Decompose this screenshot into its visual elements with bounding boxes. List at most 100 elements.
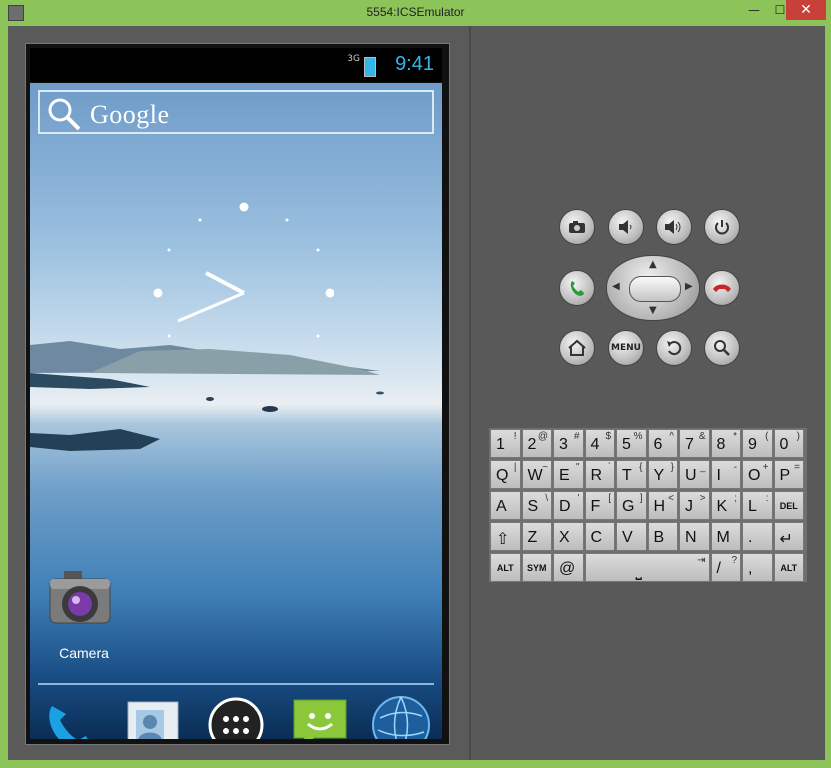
google-search-bar[interactable]: Google bbox=[38, 90, 434, 134]
key-label: SYM bbox=[526, 563, 547, 573]
search-button[interactable] bbox=[704, 330, 740, 366]
google-search-label: Google bbox=[90, 100, 170, 129]
close-button[interactable]: ✕ bbox=[786, 0, 826, 20]
key-c[interactable]: C bbox=[584, 522, 615, 551]
back-icon bbox=[667, 341, 682, 356]
key-label: @ bbox=[559, 560, 576, 577]
dpad-down-icon[interactable]: ▼ bbox=[649, 305, 657, 316]
key-label: ↵ bbox=[779, 531, 793, 548]
key-alt[interactable]: ALT bbox=[490, 553, 521, 582]
key-q[interactable]: Q | bbox=[490, 460, 521, 489]
key-label: H bbox=[653, 498, 666, 515]
key-space[interactable]: ⎵ ⇥ bbox=[584, 553, 710, 582]
key-symbol[interactable]: . bbox=[742, 522, 773, 551]
key-label: DEL bbox=[779, 501, 798, 511]
browser-icon[interactable] bbox=[370, 694, 432, 739]
status-time: 9:41 bbox=[395, 53, 434, 75]
key-del[interactable]: DEL bbox=[773, 491, 804, 520]
menu-button[interactable]: MENU bbox=[608, 330, 644, 366]
network-type: 3G bbox=[347, 54, 360, 64]
key-symbol[interactable]: @ bbox=[553, 553, 584, 582]
camera-app-label: Camera bbox=[59, 645, 109, 661]
key-symbol[interactable]: , bbox=[742, 553, 773, 582]
key-label: O bbox=[748, 467, 761, 484]
key-symbol[interactable]: /? bbox=[710, 553, 741, 582]
key-7[interactable]: 7 & bbox=[679, 429, 710, 458]
key-g[interactable]: G] bbox=[616, 491, 647, 520]
key-2[interactable]: 2 @ bbox=[521, 429, 552, 458]
key-i[interactable]: I- bbox=[710, 460, 741, 489]
key-alt-label: ; bbox=[734, 493, 737, 504]
key-d[interactable]: D ' bbox=[553, 491, 584, 520]
key-label: J bbox=[685, 498, 693, 515]
key-s[interactable]: S \ bbox=[521, 491, 552, 520]
key-5[interactable]: 5% bbox=[616, 429, 647, 458]
key-f[interactable]: F[ bbox=[584, 491, 615, 520]
dpad-center-button[interactable] bbox=[629, 276, 681, 302]
key-v[interactable]: V bbox=[616, 522, 647, 551]
key-e[interactable]: E " bbox=[553, 460, 584, 489]
power-button[interactable] bbox=[704, 209, 740, 245]
key-label: , bbox=[748, 560, 753, 577]
key-shift[interactable]: ⇧ bbox=[490, 522, 521, 551]
key-b[interactable]: B bbox=[647, 522, 678, 551]
key-k[interactable]: K; bbox=[710, 491, 741, 520]
key-n[interactable]: N bbox=[679, 522, 710, 551]
call-green-icon bbox=[570, 281, 584, 296]
key-label: T bbox=[622, 467, 632, 484]
contacts-icon[interactable] bbox=[122, 694, 184, 739]
volume-up-icon bbox=[665, 220, 681, 234]
key-label: A bbox=[496, 498, 507, 515]
home-icon bbox=[568, 339, 586, 356]
call-button[interactable] bbox=[559, 270, 595, 306]
key-alt-label: % bbox=[633, 431, 643, 442]
key-z[interactable]: Z bbox=[521, 522, 552, 551]
key-r[interactable]: R ` bbox=[584, 460, 615, 489]
key-label: V bbox=[622, 529, 633, 546]
minimize-button[interactable]: — bbox=[741, 0, 767, 20]
key-j[interactable]: J > bbox=[679, 491, 710, 520]
key-6[interactable]: 6 ^ bbox=[647, 429, 678, 458]
key-t[interactable]: T{ bbox=[616, 460, 647, 489]
search-icon bbox=[48, 98, 81, 131]
key-l[interactable]: L: bbox=[742, 491, 773, 520]
back-button[interactable] bbox=[656, 330, 692, 366]
key-3[interactable]: 3 # bbox=[553, 429, 584, 458]
apps-icon[interactable] bbox=[205, 694, 267, 739]
emulator-window: 5554:ICSEmulator — ☐ ✕ 3G 9:41 Google Ca… bbox=[0, 0, 831, 768]
key-alt-label: " bbox=[575, 462, 580, 473]
key-u[interactable]: U _ bbox=[679, 460, 710, 489]
key-o[interactable]: O + bbox=[742, 460, 773, 489]
phone-icon[interactable] bbox=[38, 694, 100, 739]
key-sym[interactable]: SYM bbox=[521, 553, 552, 582]
key-w[interactable]: W ~ bbox=[521, 460, 552, 489]
volume-up-button[interactable] bbox=[656, 209, 692, 245]
key-0[interactable]: 0) bbox=[773, 429, 804, 458]
camera-button[interactable] bbox=[559, 209, 595, 245]
key-h[interactable]: H < bbox=[647, 491, 678, 520]
key-alt-label: ` bbox=[607, 462, 611, 473]
key-4[interactable]: 4 $ bbox=[584, 429, 615, 458]
dpad-up-icon[interactable]: ▲ bbox=[649, 259, 657, 270]
key-y[interactable]: Y} bbox=[647, 460, 678, 489]
key-9[interactable]: 9( bbox=[742, 429, 773, 458]
camera-app-shortcut[interactable]: Camera bbox=[44, 571, 120, 671]
dpad-left-icon[interactable]: ◀ bbox=[612, 281, 620, 292]
key-8[interactable]: 8 * bbox=[710, 429, 741, 458]
key-a[interactable]: A bbox=[490, 491, 521, 520]
messaging-icon[interactable] bbox=[288, 694, 350, 739]
key-1[interactable]: 1! bbox=[490, 429, 521, 458]
end-call-button[interactable] bbox=[704, 270, 740, 306]
emulator-control-panel: ▲ ▼ ◀ ▶ MENU bbox=[469, 26, 825, 760]
key-enter[interactable]: ↵ bbox=[773, 522, 804, 551]
dpad-right-icon[interactable]: ▶ bbox=[685, 281, 693, 292]
key-x[interactable]: X bbox=[553, 522, 584, 551]
key-alt[interactable]: ALT bbox=[773, 553, 804, 582]
home-button[interactable] bbox=[559, 330, 595, 366]
dpad[interactable]: ▲ ▼ ◀ ▶ bbox=[606, 255, 700, 321]
key-p[interactable]: P = bbox=[773, 460, 804, 489]
volume-down-button[interactable] bbox=[608, 209, 644, 245]
key-m[interactable]: M bbox=[710, 522, 741, 551]
home-screen[interactable]: Google Camera bbox=[30, 83, 442, 739]
analog-clock-widget[interactable] bbox=[134, 163, 334, 363]
